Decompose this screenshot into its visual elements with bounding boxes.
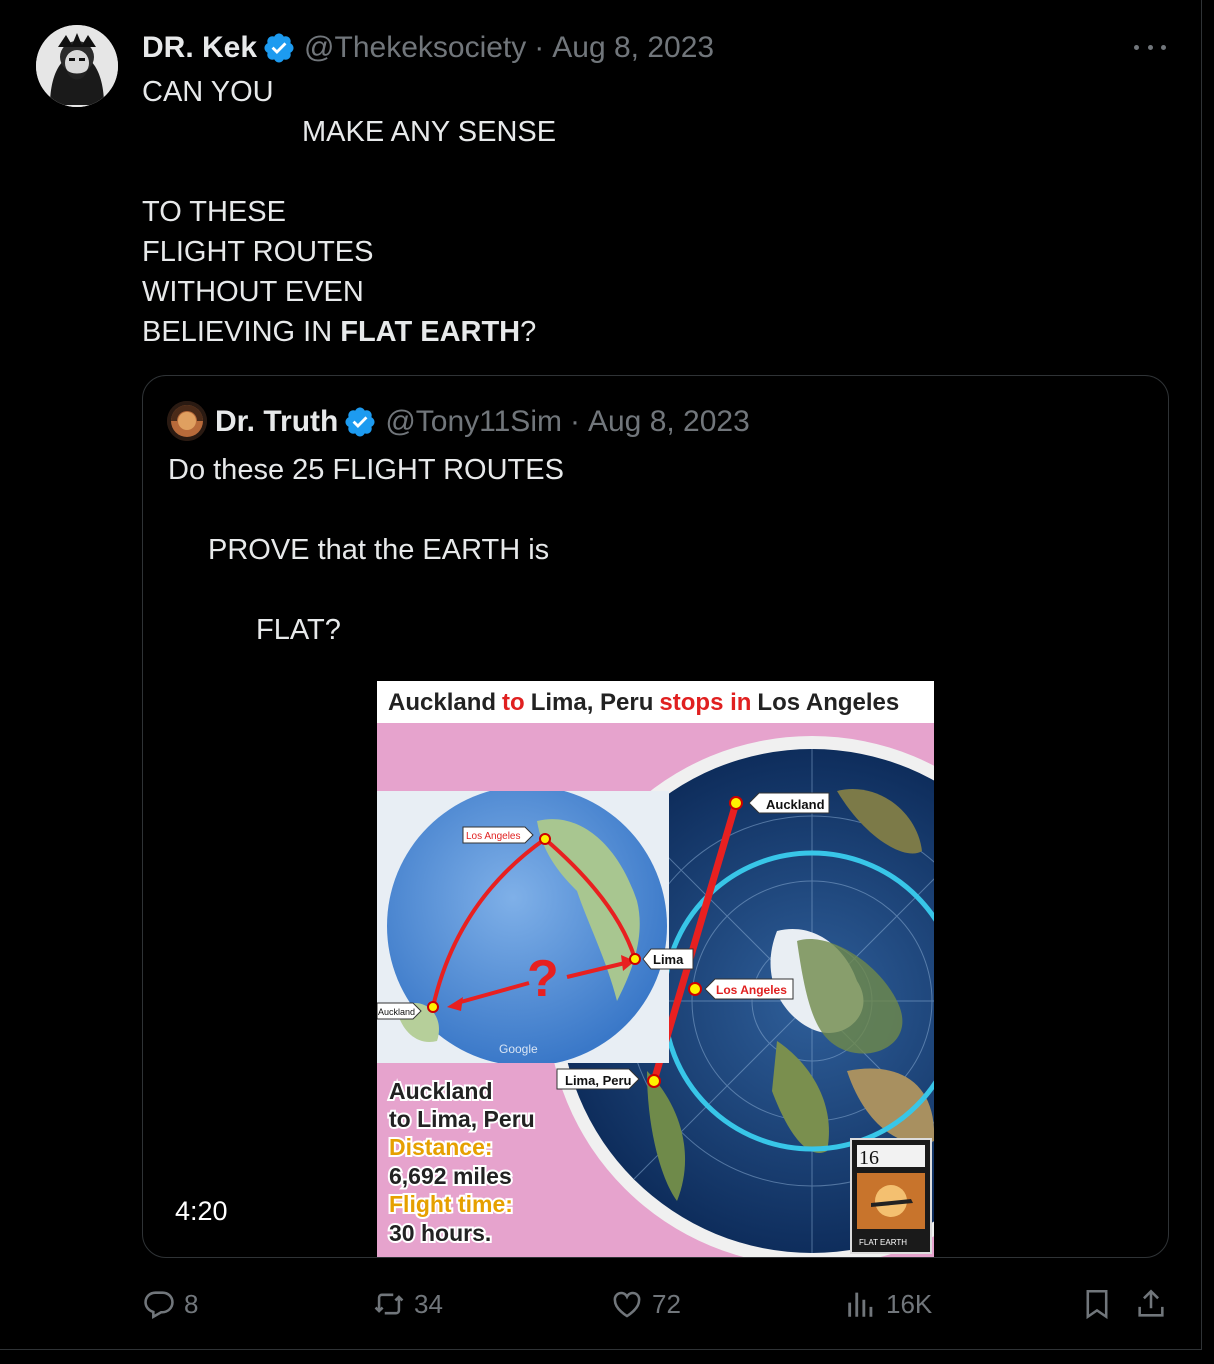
views-button[interactable]: 16K [844, 1282, 932, 1326]
quoted-tweet[interactable]: Dr. Truth @Tony11Sim · Aug 8, 2023 Do th… [142, 375, 1169, 1258]
bookmark-icon [1086, 1289, 1108, 1320]
svg-text:Auckland: Auckland [378, 1007, 415, 1017]
quoted-line-blank [168, 570, 564, 610]
tweet-date[interactable]: Aug 8, 2023 [552, 31, 714, 65]
quoted-author-avatar [167, 401, 207, 441]
map-title-part: Lima, Peru [531, 689, 654, 716]
retweet-button[interactable]: 34 [372, 1282, 443, 1326]
question-mark: ? [527, 950, 559, 1008]
tweet-header: DR. Kek @Thekeksociety · Aug 8, 2023 [142, 28, 714, 68]
quoted-line: PROVE that the EARTH is [208, 534, 550, 566]
map-title: Auckland to Lima, Peru stops in Los Angeles [388, 689, 899, 716]
svg-text:Los Angeles: Los Angeles [716, 983, 787, 997]
tweet-line: BELIEVING IN FLAT EARTH? [142, 312, 556, 352]
label-lima: Lima [642, 948, 694, 970]
svg-text:Flight time:: Flight time: [389, 1191, 513, 1217]
map-title-part: stops in [659, 689, 751, 716]
author-handle[interactable]: @Thekeksociety [304, 31, 526, 65]
svg-text:Auckland: Auckland [766, 797, 825, 812]
quoted-line-blank [168, 490, 564, 530]
reply-count: 8 [184, 1288, 199, 1319]
video-thumbnail[interactable]: Auckland to Lima, Peru stops in Los Angeles [377, 681, 934, 1257]
views-chart-icon [848, 1292, 873, 1317]
quoted-author-name: Dr. Truth [215, 405, 339, 438]
svg-text:Distance:: Distance: [389, 1134, 493, 1160]
like-button[interactable]: 72 [610, 1282, 681, 1326]
tweet-line-text: ? [520, 316, 537, 348]
share-button[interactable] [1134, 1282, 1176, 1326]
svg-text:FLAT EARTH: FLAT EARTH [859, 1238, 907, 1247]
label-auckland: Auckland [748, 792, 830, 814]
svg-text:Lima, Peru: Lima, Peru [565, 1073, 632, 1088]
retweet-icon [374, 1293, 404, 1315]
tweet-line: MAKE ANY SENSE [302, 116, 557, 148]
flat-earth-badge: 16 FLAT EARTH [850, 1138, 932, 1254]
more-options-icon[interactable] [1130, 32, 1170, 62]
bookmark-button[interactable] [1080, 1282, 1122, 1326]
svg-text:30 hours.: 30 hours. [389, 1220, 491, 1246]
quoted-date: Aug 8, 2023 [587, 405, 750, 438]
tweet-line-bold: FLAT EARTH [340, 316, 521, 348]
map-title-part: Los Angeles [757, 689, 899, 716]
label-auckland-small: Auckland [377, 1002, 422, 1020]
tweet-line: WITHOUT EVEN [142, 276, 364, 308]
separator-dot: · [534, 31, 545, 64]
avatar-image [36, 25, 118, 107]
quoted-author-handle: @Tony11Sim [385, 405, 562, 438]
avatar-image [167, 401, 207, 441]
verified-badge-icon [345, 407, 375, 437]
like-count: 72 [652, 1288, 681, 1319]
heart-icon [613, 1291, 641, 1318]
label-los-angeles-small: Los Angeles [462, 826, 534, 844]
svg-text:6,692 miles: 6,692 miles [389, 1163, 512, 1189]
author-name[interactable]: DR. Kek [142, 31, 257, 65]
video-duration-badge: 4:20 [167, 1191, 236, 1231]
quoted-header: Dr. Truth @Tony11Sim · Aug 8, 2023 [215, 402, 750, 442]
svg-text:Auckland: Auckland [389, 1078, 493, 1104]
tweet-line: TO THESE [142, 196, 286, 228]
share-icon [1138, 1289, 1164, 1317]
view-count: 16K [886, 1288, 933, 1319]
quoted-line: FLAT? [256, 614, 341, 646]
separator-dot: · [569, 405, 580, 438]
quoted-line: Do these 25 FLIGHT ROUTES [168, 454, 564, 486]
verified-badge-icon [264, 33, 294, 63]
map-title-part: to [502, 689, 525, 716]
svg-text:Los Angeles: Los Angeles [466, 831, 521, 842]
reply-button[interactable]: 8 [142, 1282, 198, 1326]
tweet-line: FLIGHT ROUTES [142, 236, 374, 268]
svg-text:Lima: Lima [653, 952, 684, 967]
google-watermark: Google [499, 1042, 538, 1056]
svg-text:16: 16 [859, 1147, 879, 1169]
tweet: DR. Kek @Thekeksociety · Aug 8, 2023 CAN… [0, 0, 1202, 1350]
label-lima-peru: Lima, Peru [556, 1068, 640, 1090]
tweet-line: CAN YOU [142, 76, 274, 108]
svg-text:to Lima, Peru: to Lima, Peru [389, 1106, 535, 1132]
tweet-line-text: BELIEVING IN [142, 316, 341, 348]
label-los-angeles: Los Angeles [704, 978, 794, 1000]
action-bar: 8 34 72 16K [0, 1282, 1202, 1326]
flight-route-map-image: Auckland to Lima, Peru stops in Los Angeles [377, 681, 934, 1257]
reply-icon [144, 1291, 174, 1319]
quoted-text: Do these 25 FLIGHT ROUTES PROVE that the… [168, 450, 564, 650]
author-avatar[interactable] [36, 25, 118, 107]
map-title-part: Auckland [388, 689, 496, 716]
tweet-text: CAN YOU MAKE ANY SENSE TO THESE FLIGHT R… [142, 72, 556, 352]
retweet-count: 34 [414, 1288, 443, 1319]
